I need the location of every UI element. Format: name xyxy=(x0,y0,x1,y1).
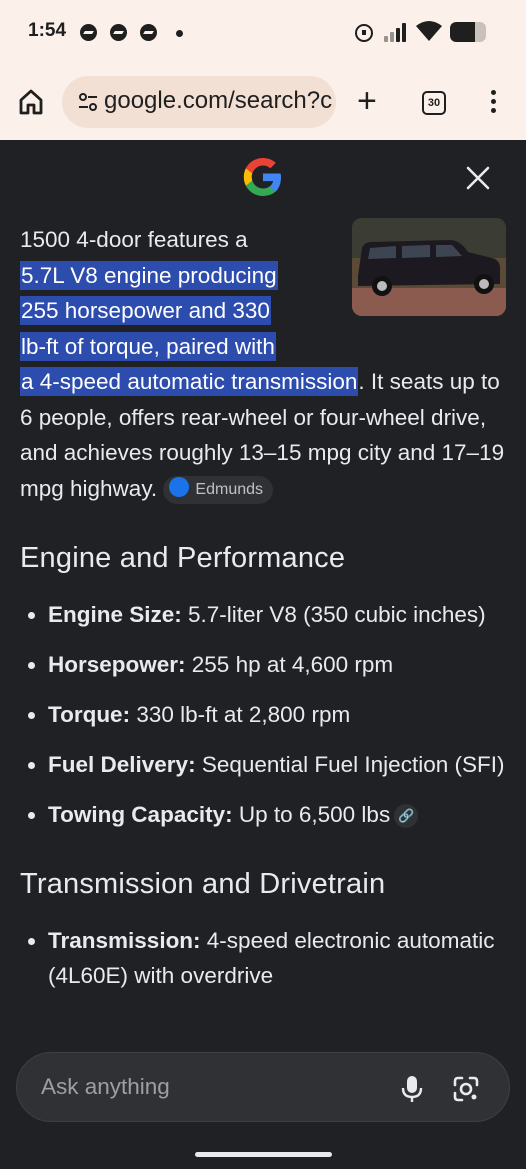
more-notifications-dot xyxy=(176,30,183,37)
ask-input[interactable]: Ask anything xyxy=(16,1052,510,1122)
highlight-line[interactable]: 5.7L V8 engine producing xyxy=(20,260,278,290)
battery-icon xyxy=(450,22,486,42)
item-label: Transmission: xyxy=(48,928,201,953)
item-label: Horsepower: xyxy=(48,652,186,677)
ai-answer: 1500 4-door features a 5.7L V8 engine pr… xyxy=(20,218,510,1008)
status-time: 1:54 xyxy=(28,20,67,41)
source-chip-edmunds[interactable]: Edmunds xyxy=(163,475,274,504)
section-heading: Engine and Performance xyxy=(20,542,346,574)
ask-placeholder: Ask anything xyxy=(41,1074,170,1099)
item-label: Engine Size: xyxy=(48,602,182,627)
spec-list: Transmission: 4-speed electronic automat… xyxy=(20,923,510,993)
bottom-area xyxy=(0,1122,526,1169)
address-bar[interactable]: google.com/search?c xyxy=(62,76,336,128)
more-vert-icon[interactable] xyxy=(491,90,497,117)
highlight-line[interactable]: 255 horsepower and 330 xyxy=(20,296,271,325)
item-value: 255 hp at 4,600 rpm xyxy=(185,652,394,677)
messenger-icon xyxy=(80,24,97,41)
item-value: 330 lb-ft at 2,800 rpm xyxy=(130,702,351,727)
list-item: Towing Capacity: Up to 6,500 lbs🔗 xyxy=(48,797,510,832)
new-tab-plus-icon[interactable]: + xyxy=(357,84,377,118)
close-icon[interactable] xyxy=(464,164,492,192)
battery-level xyxy=(450,22,476,42)
tab-switcher-button[interactable]: 30 xyxy=(422,91,446,115)
list-item: Transmission: 4-speed electronic automat… xyxy=(48,923,510,993)
link-icon[interactable]: 🔗 xyxy=(394,804,419,829)
list-item: Engine Size: 5.7-liter V8 (350 cubic inc… xyxy=(48,597,510,632)
mic-icon[interactable] xyxy=(401,1075,423,1103)
suv-image xyxy=(352,218,506,316)
lens-icon[interactable] xyxy=(452,1075,480,1103)
browser-toolbar: google.com/search?c + 30 xyxy=(0,66,526,140)
messenger-icon xyxy=(140,24,157,41)
vehicle-thumbnail[interactable] xyxy=(352,218,506,316)
highlight-line[interactable]: a 4-speed automatic transmission xyxy=(20,367,359,396)
item-label: Torque: xyxy=(48,702,131,727)
home-icon[interactable] xyxy=(18,88,44,116)
section-heading: Transmission and Drivetrain xyxy=(20,868,386,900)
item-value: Up to 6,500 lbs xyxy=(232,802,391,827)
list-item: Horsepower: 255 hp at 4,600 rpm xyxy=(48,647,510,682)
highlight-line[interactable]: lb-ft of torque, paired with xyxy=(20,331,276,361)
edmunds-icon xyxy=(169,477,190,498)
source-label: Edmunds xyxy=(195,480,264,498)
item-label: Fuel Delivery: xyxy=(48,752,196,777)
spec-list: Engine Size: 5.7-liter V8 (350 cubic inc… xyxy=(20,597,510,832)
item-value: Sequential Fuel Injection (SFI) xyxy=(195,752,505,777)
status-bar: 1:54 xyxy=(0,0,526,66)
answer-lead: 1500 4-door features a xyxy=(20,227,248,252)
google-g-logo xyxy=(243,158,281,196)
gesture-handle[interactable] xyxy=(195,1152,332,1157)
url-text: google.com/search?c xyxy=(104,87,333,114)
cell-signal-icon xyxy=(384,22,408,42)
tune-icon[interactable] xyxy=(78,92,98,112)
list-item: Fuel Delivery: Sequential Fuel Injection… xyxy=(48,747,510,782)
messenger-icon xyxy=(110,24,127,41)
item-value: 5.7-liter V8 (350 cubic inches) xyxy=(181,602,486,627)
list-item: Torque: 330 lb-ft at 2,800 rpm xyxy=(48,697,510,732)
item-label: Towing Capacity: xyxy=(48,802,233,827)
alarm-icon xyxy=(355,24,373,42)
wifi-icon xyxy=(416,21,442,41)
